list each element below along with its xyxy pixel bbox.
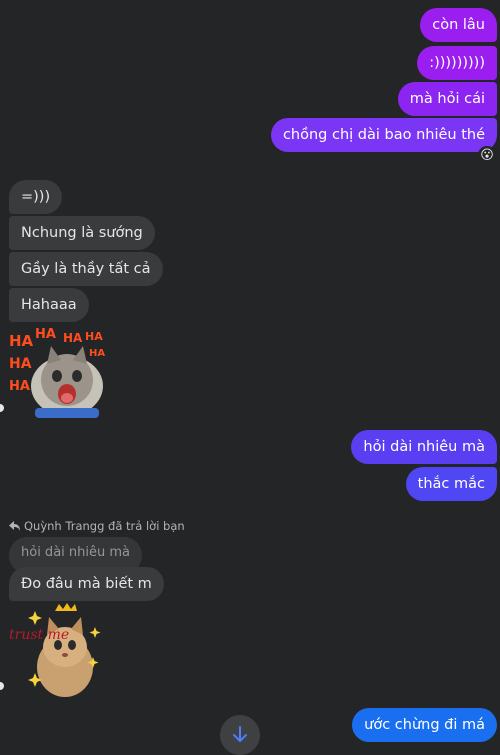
outgoing-message[interactable]: :))))))))) (417, 46, 497, 80)
sticker-ha-text: HA (9, 332, 34, 350)
scroll-to-bottom-button[interactable] (220, 715, 260, 755)
reply-label: Quỳnh Trangg đã trả lời bạn (9, 519, 185, 533)
incoming-message[interactable]: Đo đâu mà biết m (9, 567, 164, 601)
avatar-indicator (0, 404, 4, 412)
haha-cat-sticker-image: HA HA HA HA HA HA HA (9, 327, 105, 418)
arrow-down-icon (233, 726, 247, 742)
sticker-ha-text: HA (9, 356, 32, 372)
outgoing-message[interactable]: mà hỏi cái (397, 82, 497, 116)
sticker-haha-cat[interactable]: HA HA HA HA HA HA HA (7, 324, 107, 420)
reply-label-text: Quỳnh Trangg đã trả lời bạn (24, 519, 185, 533)
incoming-message[interactable]: Gầy là thầy tất cả (9, 252, 163, 286)
sticker-trust-me-cat[interactable]: trust me (7, 603, 105, 699)
trust-me-cat-sticker-image: trust me (9, 603, 101, 697)
outgoing-message[interactable]: ước chừng đi má (352, 708, 497, 742)
outgoing-message[interactable]: hỏi dài nhiêu mà (351, 430, 497, 464)
sticker-ha-text: HA (63, 331, 83, 345)
sticker-ha-text: HA (85, 330, 103, 343)
incoming-message[interactable]: =))) (9, 180, 63, 214)
reaction-emoji[interactable]: 😮 (478, 146, 496, 164)
sticker-ha-text: HA (9, 379, 30, 394)
outgoing-message[interactable]: chồng chị dài bao nhiêu thé (270, 118, 497, 152)
sticker-ha-text: HA (35, 327, 56, 342)
sticker-trust-text: trust me (9, 627, 69, 643)
outgoing-message[interactable]: thắc mắc (405, 467, 497, 501)
incoming-message[interactable]: Hahaaa (9, 288, 89, 322)
reply-arrow-icon (9, 521, 20, 531)
outgoing-message[interactable]: còn lâu (420, 8, 497, 42)
sticker-ha-text: HA (89, 348, 105, 359)
incoming-message[interactable]: Nchung là sướng (9, 216, 155, 250)
avatar-indicator (0, 682, 4, 690)
